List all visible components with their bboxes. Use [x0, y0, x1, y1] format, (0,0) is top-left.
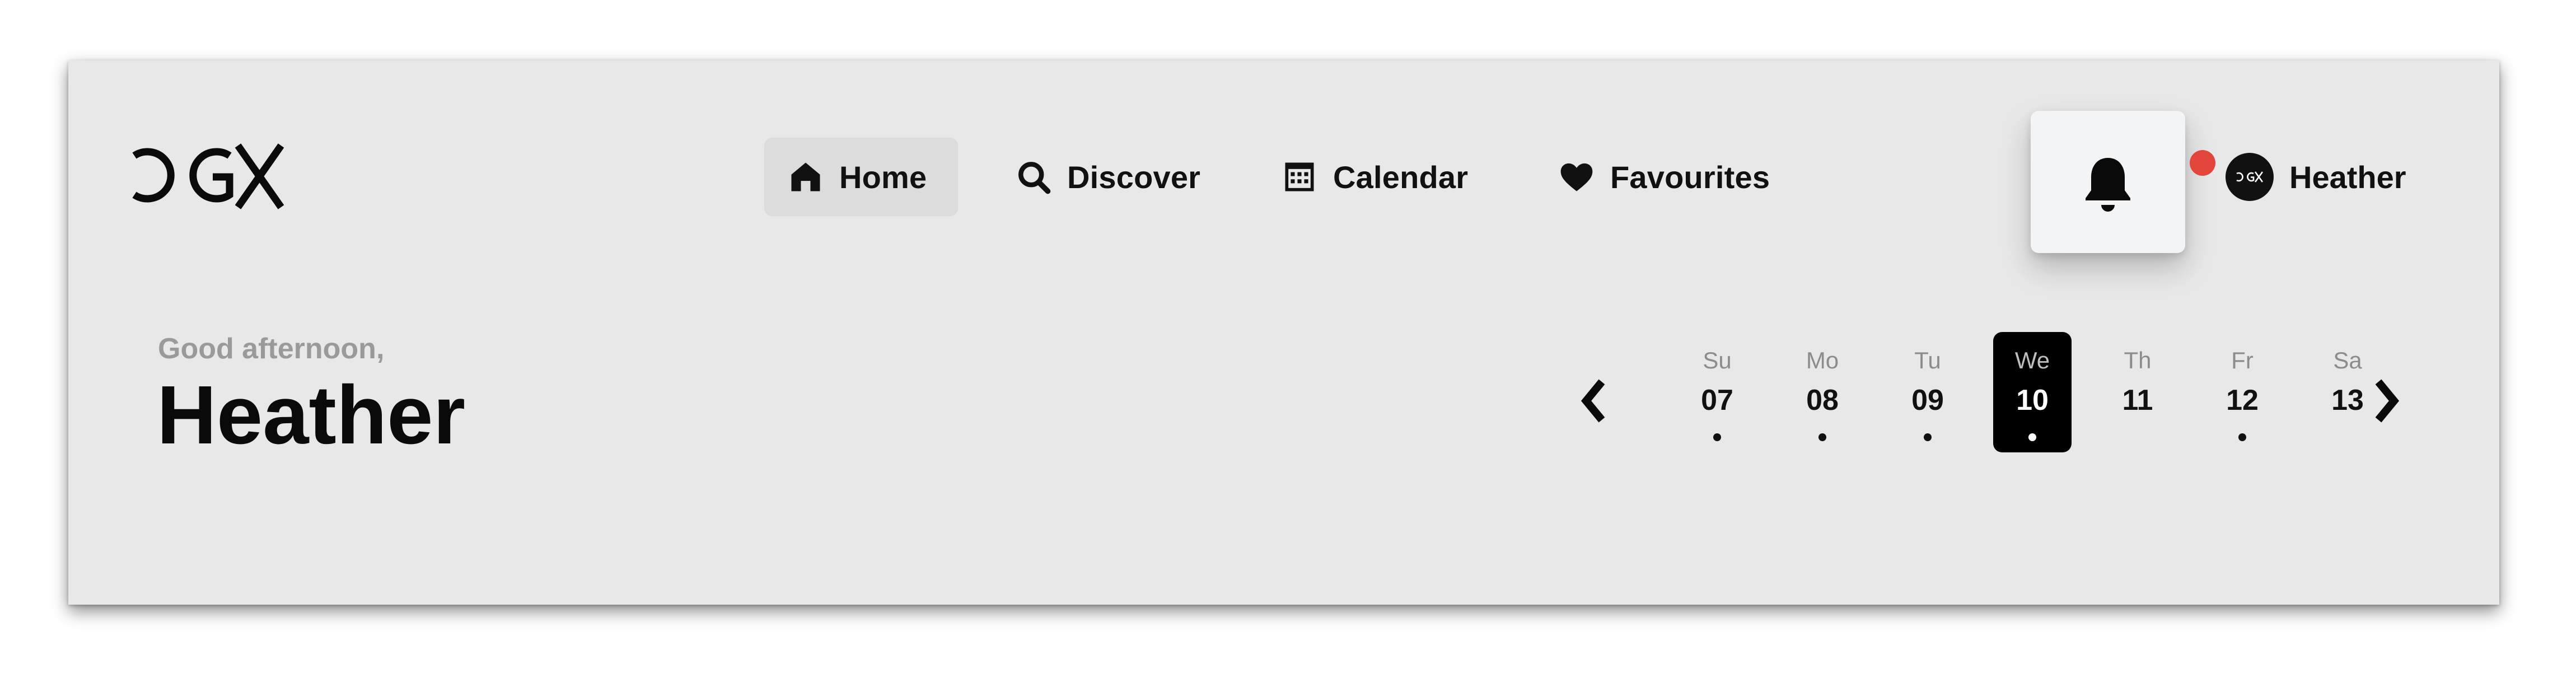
- chevron-left-icon: [1581, 379, 1605, 423]
- day-date: 12: [2226, 384, 2259, 417]
- day-fr[interactable]: Fr 12: [2203, 332, 2282, 452]
- avatar: [2226, 153, 2274, 201]
- day-name: Th: [2124, 347, 2152, 373]
- chevron-right-icon: [2375, 379, 2400, 423]
- cgx-logo-icon: [132, 143, 284, 209]
- event-dot: [2238, 433, 2246, 441]
- event-dot: [1924, 433, 1932, 441]
- event-dot: [1713, 433, 1721, 441]
- day-date: 10: [2016, 384, 2049, 417]
- nav-discover[interactable]: Discover: [1014, 138, 1200, 216]
- nav-home[interactable]: Home: [764, 138, 958, 216]
- day-su[interactable]: Su 07: [1678, 332, 1756, 452]
- calendar-icon: [1280, 158, 1319, 196]
- prev-week-button[interactable]: [1577, 374, 1611, 428]
- greeting-text: Good afternoon,: [158, 333, 385, 365]
- app-window: Home Discover Calendar Favourites Heathe…: [68, 60, 2499, 605]
- search-icon: [1014, 158, 1053, 196]
- next-week-button[interactable]: [2369, 374, 2403, 428]
- home-icon: [787, 158, 825, 196]
- notifications-button[interactable]: [2031, 111, 2185, 253]
- greeting-name: Heather: [157, 369, 466, 461]
- day-name: Tu: [1914, 347, 1941, 373]
- day-date: 07: [1701, 384, 1733, 417]
- day-mo[interactable]: Mo 08: [1783, 332, 1862, 452]
- nav-calendar[interactable]: Calendar: [1280, 138, 1468, 216]
- event-dot: [2028, 433, 2036, 441]
- event-dot: [1818, 433, 1826, 441]
- heart-icon: [1558, 158, 1596, 196]
- day-name: Sa: [2333, 347, 2362, 373]
- nav-home-label: Home: [839, 159, 927, 195]
- nav-calendar-label: Calendar: [1333, 159, 1469, 195]
- day-th[interactable]: Th 11: [2098, 332, 2177, 452]
- user-menu[interactable]: Heather: [2226, 153, 2406, 201]
- day-name: Mo: [1806, 347, 1839, 373]
- cgx-logo[interactable]: [123, 139, 286, 212]
- day-date: 08: [1806, 384, 1839, 417]
- nav-favourites[interactable]: Favourites: [1558, 138, 1770, 216]
- bell-icon: [2086, 158, 2130, 212]
- day-we[interactable]: We 10: [1993, 332, 2072, 452]
- day-name: Su: [1703, 347, 1732, 373]
- notification-badge: [2190, 150, 2215, 176]
- user-name: Heather: [2289, 159, 2406, 195]
- day-date: 11: [2122, 384, 2153, 417]
- day-name: We: [2014, 347, 2050, 373]
- avatar-logo-icon: [2236, 171, 2264, 183]
- day-date: 09: [1911, 384, 1944, 417]
- day-tu[interactable]: Tu 09: [1888, 332, 1967, 452]
- nav-discover-label: Discover: [1067, 159, 1201, 195]
- nav-favourites-label: Favourites: [1610, 159, 1770, 195]
- day-name: Fr: [2231, 347, 2254, 373]
